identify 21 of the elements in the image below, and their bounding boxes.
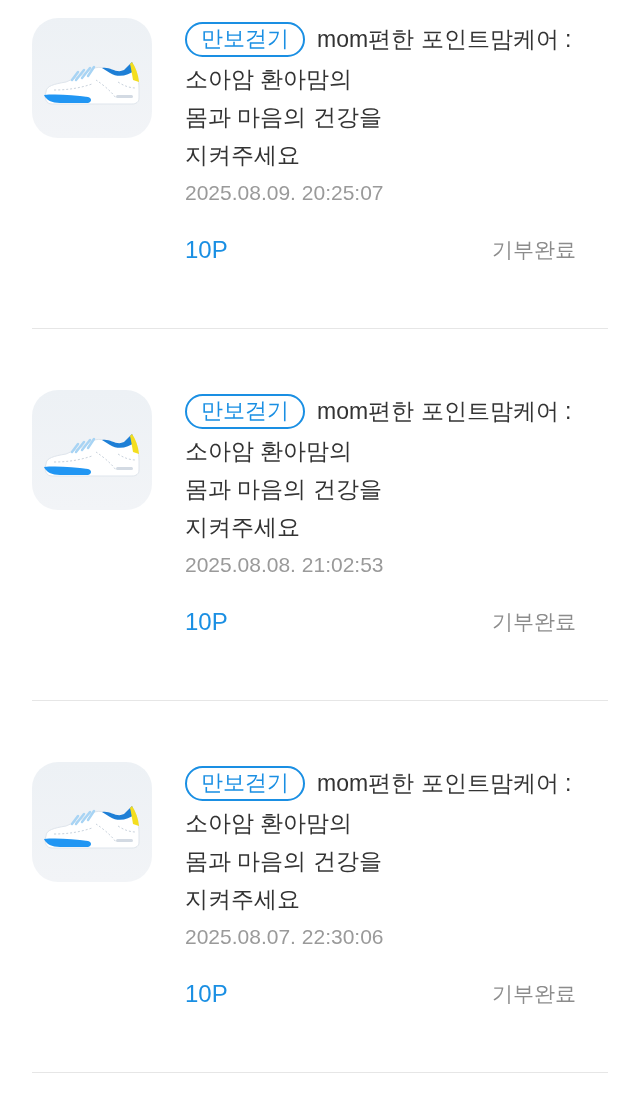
sneaker-icon — [32, 18, 152, 138]
sneaker-icon — [32, 390, 152, 510]
points-text: 10P — [185, 979, 228, 1009]
date-text: 2025.08.09. 20:25:07 — [185, 180, 384, 206]
title-text: 소아암 환아맘의 몸과 마음의 건강을 지켜주세요 — [185, 65, 382, 170]
title-text: mom편한 포인트맘케어 : — [317, 769, 572, 798]
points-text: 10P — [185, 235, 228, 265]
date-text: 2025.08.07. 22:30:06 — [185, 924, 384, 950]
title-text: 소아암 환아맘의 몸과 마음의 건강을 지켜주세요 — [185, 437, 382, 542]
title-text: mom편한 포인트맘케어 : — [317, 25, 572, 54]
title-text: mom편한 포인트맘케어 : — [317, 397, 572, 426]
points-text: 10P — [185, 607, 228, 637]
status-text: 기부완료 — [492, 609, 576, 636]
category-tag: 만보걷기 — [185, 393, 305, 429]
sneaker-icon — [32, 762, 152, 882]
title-text: 소아암 환아맘의 몸과 마음의 건강을 지켜주세요 — [185, 809, 382, 914]
category-tag: 만보걷기 — [185, 21, 305, 57]
date-text: 2025.08.08. 21:02:53 — [185, 552, 384, 578]
status-text: 기부완료 — [492, 237, 576, 264]
status-text: 기부완료 — [492, 981, 576, 1008]
category-tag: 만보걷기 — [185, 765, 305, 801]
